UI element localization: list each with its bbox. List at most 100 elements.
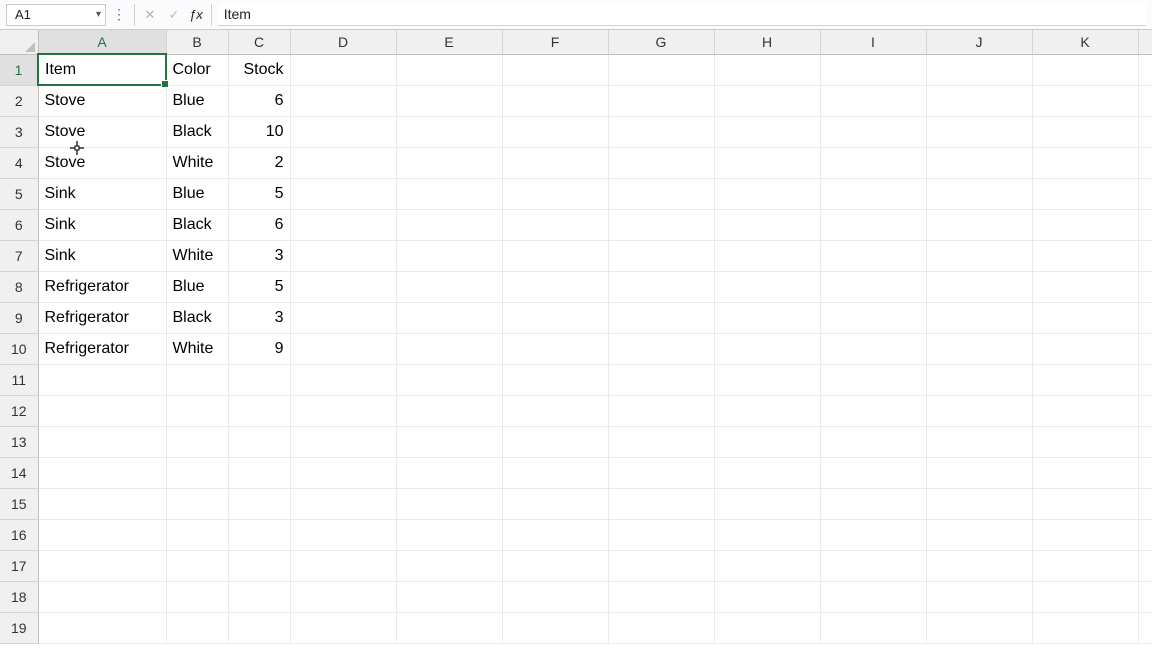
formula-input[interactable] [218,4,1146,26]
cell-B15[interactable] [166,488,228,519]
column-header-L[interactable]: L [1138,30,1152,54]
column-header-G[interactable]: G [608,30,714,54]
cell-G9[interactable] [608,302,714,333]
cell-K17[interactable] [1032,550,1138,581]
cell-G14[interactable] [608,457,714,488]
cell-A18[interactable] [38,581,166,612]
row-header-15[interactable]: 15 [0,488,38,519]
column-header-A[interactable]: A [38,30,166,54]
cell-F14[interactable] [502,457,608,488]
cell-C8[interactable]: 5 [228,271,290,302]
row-header-7[interactable]: 7 [0,240,38,271]
cell-K7[interactable] [1032,240,1138,271]
cell-G5[interactable] [608,178,714,209]
cell-J6[interactable] [926,209,1032,240]
cell-E1[interactable] [396,54,502,85]
cell-K5[interactable] [1032,178,1138,209]
cell-C14[interactable] [228,457,290,488]
row-header-1[interactable]: 1 [0,54,38,85]
row-header-13[interactable]: 13 [0,426,38,457]
cell-K8[interactable] [1032,271,1138,302]
cell-L19[interactable] [1138,612,1152,643]
cell-F5[interactable] [502,178,608,209]
cell-C1[interactable]: Stock [228,54,290,85]
cell-B1[interactable]: Color [166,54,228,85]
cell-J13[interactable] [926,426,1032,457]
cell-F6[interactable] [502,209,608,240]
column-header-C[interactable]: C [228,30,290,54]
cell-F17[interactable] [502,550,608,581]
cell-C16[interactable] [228,519,290,550]
cell-D3[interactable] [290,116,396,147]
cell-E3[interactable] [396,116,502,147]
cell-L9[interactable] [1138,302,1152,333]
cell-D17[interactable] [290,550,396,581]
row-header-19[interactable]: 19 [0,612,38,643]
row-header-16[interactable]: 16 [0,519,38,550]
cell-J12[interactable] [926,395,1032,426]
cell-E15[interactable] [396,488,502,519]
cell-L11[interactable] [1138,364,1152,395]
cell-J18[interactable] [926,581,1032,612]
cell-H13[interactable] [714,426,820,457]
chevron-down-icon[interactable]: ▾ [96,9,101,20]
column-header-B[interactable]: B [166,30,228,54]
cell-F13[interactable] [502,426,608,457]
cell-K18[interactable] [1032,581,1138,612]
cell-B10[interactable]: White [166,333,228,364]
cell-G3[interactable] [608,116,714,147]
cell-C6[interactable]: 6 [228,209,290,240]
cell-C19[interactable] [228,612,290,643]
cell-I3[interactable] [820,116,926,147]
cell-I4[interactable] [820,147,926,178]
cell-D2[interactable] [290,85,396,116]
cell-L6[interactable] [1138,209,1152,240]
cell-A11[interactable] [38,364,166,395]
cell-H15[interactable] [714,488,820,519]
cell-J4[interactable] [926,147,1032,178]
cell-H18[interactable] [714,581,820,612]
cell-D8[interactable] [290,271,396,302]
cell-A5[interactable]: Sink [38,178,166,209]
cell-L13[interactable] [1138,426,1152,457]
cell-D13[interactable] [290,426,396,457]
cell-B2[interactable]: Blue [166,85,228,116]
cell-J10[interactable] [926,333,1032,364]
cell-G10[interactable] [608,333,714,364]
spreadsheet-grid[interactable]: ABCDEFGHIJKL1ItemColorStock2StoveBlue63S… [0,30,1152,644]
cell-A19[interactable] [38,612,166,643]
cell-H3[interactable] [714,116,820,147]
cell-K11[interactable] [1032,364,1138,395]
cell-B14[interactable] [166,457,228,488]
cell-K12[interactable] [1032,395,1138,426]
column-header-E[interactable]: E [396,30,502,54]
cell-L16[interactable] [1138,519,1152,550]
cell-A6[interactable]: Sink [38,209,166,240]
cell-D4[interactable] [290,147,396,178]
cell-L2[interactable] [1138,85,1152,116]
cell-B16[interactable] [166,519,228,550]
cell-E11[interactable] [396,364,502,395]
cell-K9[interactable] [1032,302,1138,333]
spreadsheet-area[interactable]: ABCDEFGHIJKL1ItemColorStock2StoveBlue63S… [0,30,1152,648]
cell-B5[interactable]: Blue [166,178,228,209]
cell-L1[interactable] [1138,54,1152,85]
cell-A10[interactable]: Refrigerator [38,333,166,364]
cell-K2[interactable] [1032,85,1138,116]
cell-I2[interactable] [820,85,926,116]
cell-C18[interactable] [228,581,290,612]
cell-C7[interactable]: 3 [228,240,290,271]
cell-I18[interactable] [820,581,926,612]
cell-A9[interactable]: Refrigerator [38,302,166,333]
cell-I11[interactable] [820,364,926,395]
cell-F18[interactable] [502,581,608,612]
cell-H10[interactable] [714,333,820,364]
cell-A14[interactable] [38,457,166,488]
cell-C13[interactable] [228,426,290,457]
cell-A4[interactable]: Stove [38,147,166,178]
cell-L12[interactable] [1138,395,1152,426]
column-header-I[interactable]: I [820,30,926,54]
cell-E9[interactable] [396,302,502,333]
cell-G12[interactable] [608,395,714,426]
cell-A13[interactable] [38,426,166,457]
